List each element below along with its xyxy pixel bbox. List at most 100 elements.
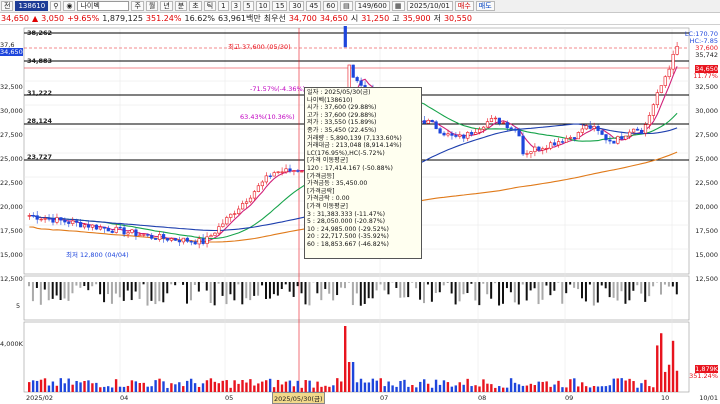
- range-counter[interactable]: 149/600: [354, 1, 390, 11]
- interval-60[interactable]: 60: [323, 1, 339, 11]
- osc-bar: [107, 282, 109, 295]
- volume-bar: [170, 383, 173, 392]
- osc-bar: [458, 282, 461, 302]
- tab-year[interactable]: 년: [160, 1, 173, 11]
- candle-body: [237, 208, 241, 214]
- volume-bar: [446, 382, 450, 392]
- interval-45[interactable]: 45: [306, 1, 322, 11]
- chart-area[interactable]: 38,262 37,6 34,883 31,222 28,124 23,727 …: [0, 26, 720, 404]
- candle-body: [169, 238, 174, 241]
- interval-30[interactable]: 30: [289, 1, 305, 11]
- candle-body: [545, 147, 549, 150]
- candle-body: [616, 136, 620, 144]
- volume-bar: [324, 385, 327, 392]
- interval-10[interactable]: 10: [255, 1, 271, 11]
- interval-3[interactable]: 3: [230, 1, 242, 11]
- volume-bar: [620, 378, 623, 392]
- date-field[interactable]: 2025/10/01: [406, 1, 453, 11]
- level-38262: 38,262: [27, 29, 53, 37]
- tab-week[interactable]: 주: [131, 1, 144, 11]
- volume-bar: [304, 380, 307, 392]
- candle-body: [505, 122, 509, 129]
- candle-body: [671, 54, 675, 70]
- candle-body: [553, 142, 557, 146]
- tab-month[interactable]: 월: [145, 1, 159, 11]
- candle-body: [584, 125, 588, 130]
- volume-bar: [257, 383, 260, 392]
- volume-bar: [561, 387, 564, 392]
- interval-1[interactable]: 1: [218, 1, 229, 11]
- volume-bar: [411, 384, 414, 392]
- osc-bar: [130, 282, 133, 301]
- osc-bar: [596, 282, 599, 303]
- volume-bar: [130, 380, 134, 392]
- osc-bar: [284, 282, 287, 285]
- right-level-35742: 35,742: [695, 51, 718, 59]
- volume-bar: [316, 381, 319, 392]
- volume-bar: [608, 385, 612, 392]
- candle-body: [75, 220, 79, 223]
- lock-icon[interactable]: ◉: [63, 1, 76, 11]
- candle-body: [229, 213, 233, 218]
- osc-bar: [344, 282, 346, 289]
- candle-body: [632, 128, 636, 133]
- osc-bar: [355, 282, 358, 294]
- market-select[interactable]: 전: [1, 1, 14, 11]
- candle-body: [51, 218, 55, 223]
- osc-bar: [47, 282, 50, 301]
- volume-bar: [237, 383, 240, 392]
- volume-bar: [332, 385, 335, 392]
- low-label: 저: [433, 14, 441, 23]
- volume-bar: [652, 387, 655, 392]
- volume-bar: [241, 380, 244, 392]
- candle-body: [252, 191, 257, 199]
- volume-bar: [35, 380, 39, 392]
- volume-bar: [107, 386, 110, 392]
- interval-5[interactable]: 5: [243, 1, 254, 11]
- candle-body: [39, 218, 43, 221]
- osc-bar: [419, 282, 422, 300]
- sell-button[interactable]: 매도: [475, 1, 495, 11]
- volume-bar: [549, 386, 552, 392]
- volume-bar: [99, 387, 102, 392]
- stock-code-input[interactable]: 138610: [15, 1, 49, 11]
- tooltip-line: 3 : 31,383.333 (-11.47%): [307, 210, 386, 218]
- volume-bar: [197, 386, 201, 392]
- tab-tick[interactable]: 틱: [203, 1, 217, 11]
- search-icon[interactable]: ⚲: [50, 1, 62, 11]
- volume-bar: [296, 380, 299, 392]
- osc-bar: [616, 282, 619, 301]
- volume-bar: [28, 382, 31, 392]
- tab-minute[interactable]: 분: [174, 1, 188, 11]
- tab-second[interactable]: 초: [189, 1, 202, 11]
- volume-bar: [462, 384, 465, 392]
- chart-type-icon[interactable]: ▤: [340, 1, 353, 11]
- volume-bar: [308, 380, 311, 392]
- volume-bar: [490, 384, 493, 392]
- osc-bar: [221, 282, 224, 296]
- volume-bar: [395, 386, 398, 392]
- buy-button[interactable]: 매수: [454, 1, 474, 11]
- osc-bar: [513, 282, 516, 303]
- osc-bar: [584, 282, 587, 302]
- candle-body: [185, 237, 189, 242]
- interval-15[interactable]: 15: [272, 1, 288, 11]
- high-annotation: 최고 37,600 (05/30): [228, 43, 291, 51]
- volume-bar: [466, 378, 469, 392]
- osc-bar: [75, 282, 78, 286]
- stock-name-field[interactable]: 나이벡: [77, 1, 130, 11]
- volume-bar: [482, 379, 485, 392]
- candle-body: [300, 170, 304, 173]
- candle-body: [276, 171, 280, 173]
- candle-body: [596, 125, 600, 131]
- calendar-icon[interactable]: ▦: [391, 1, 405, 11]
- volume-bar: [486, 383, 489, 392]
- volume-bar: [75, 380, 78, 392]
- volume-bar: [205, 380, 209, 392]
- candle-body: [264, 175, 268, 183]
- osc-bar: [189, 282, 192, 301]
- osc-bar: [316, 282, 319, 294]
- quote-bar: 34,650 ▲ 3,050 +9.65% 1,879,125 351.24% …: [0, 13, 720, 25]
- high-label: 고: [392, 14, 400, 23]
- volume-bar: [328, 386, 331, 392]
